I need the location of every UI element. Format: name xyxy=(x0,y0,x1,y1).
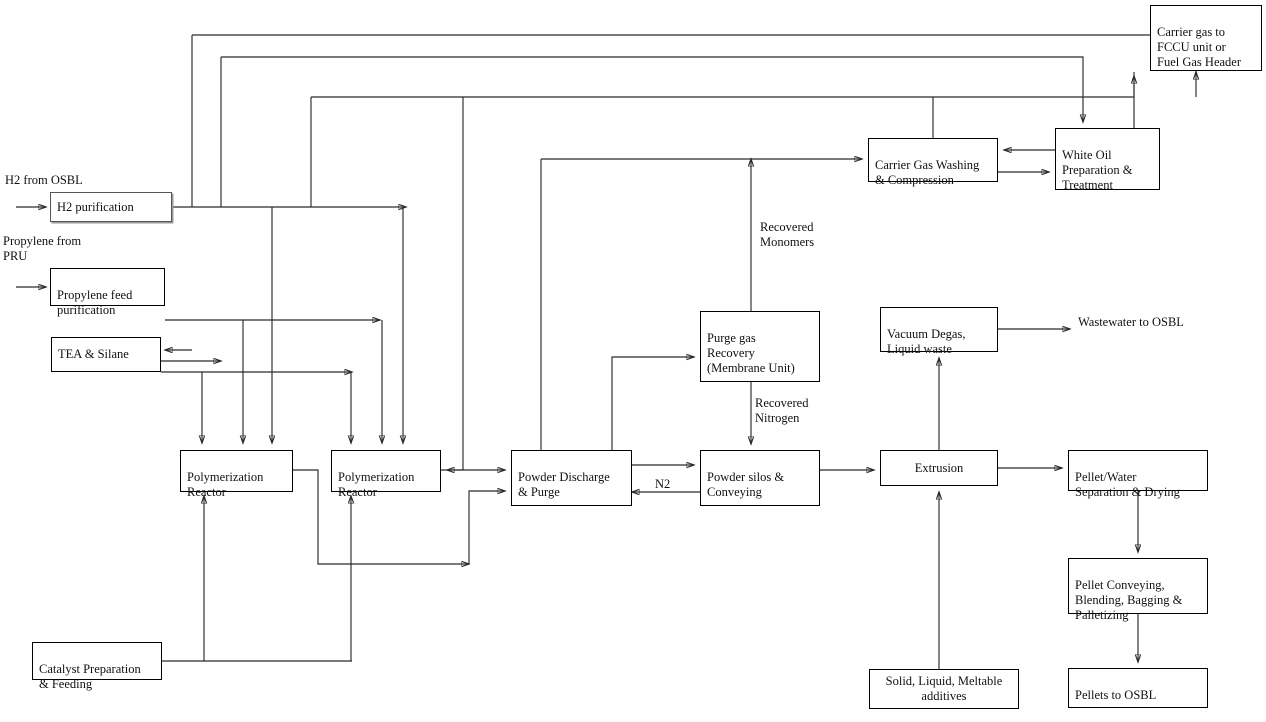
process-flow-diagram: H2 purification Propylene feed purificat… xyxy=(0,0,1266,722)
label-recovered-nitrogen: Recovered Nitrogen xyxy=(755,396,809,425)
wire-reactor2-loop-to-discharge xyxy=(468,491,505,564)
box-powder-silos-conveying[interactable]: Powder silos & Conveying xyxy=(700,450,820,506)
label-wastewater-to-osbl: Wastewater to OSBL xyxy=(1078,315,1184,329)
box-label: White Oil Preparation & Treatment xyxy=(1062,148,1133,192)
box-solid-liquid-meltable-additives[interactable]: Solid, Liquid, Meltable additives xyxy=(869,669,1019,709)
box-label: TEA & Silane xyxy=(58,347,129,361)
box-vacuum-degas-liquid-waste[interactable]: Vacuum Degas, Liquid waste xyxy=(880,307,998,356)
box-extrusion[interactable]: Extrusion xyxy=(880,450,998,486)
box-label: Solid, Liquid, Meltable additives xyxy=(885,674,1003,703)
box-polymerization-reactor-1[interactable]: Polymerization Reactor xyxy=(180,450,293,499)
box-h2-purification[interactable]: H2 purification xyxy=(50,192,172,222)
box-purge-gas-recovery[interactable]: Purge gas Recovery (Membrane Unit) xyxy=(700,311,820,382)
box-pellet-water-separation-drying[interactable]: Pellet/Water Separation & Drying xyxy=(1068,450,1208,499)
box-label: Carrier Gas Washing & Compression xyxy=(875,158,980,187)
box-label: Vacuum Degas, Liquid waste xyxy=(887,327,966,356)
label-n2: N2 xyxy=(655,477,671,491)
box-white-oil-preparation-treatment[interactable]: White Oil Preparation & Treatment xyxy=(1055,128,1160,192)
box-polymerization-reactor-2[interactable]: Polymerization Reactor xyxy=(331,450,441,499)
box-label: Polymerization Reactor xyxy=(338,470,415,499)
box-label: Powder Discharge & Purge xyxy=(518,470,610,499)
box-label: H2 purification xyxy=(57,199,134,214)
label-propylene-from-pru: Propylene from PRU xyxy=(3,234,82,263)
box-label: Powder silos & Conveying xyxy=(707,470,785,499)
wire-recycle-top-outer xyxy=(192,34,1197,73)
box-label: Polymerization Reactor xyxy=(187,470,264,499)
label-recovered-monomers: Recovered Monomers xyxy=(760,220,815,249)
box-label: Carrier gas to FCCU unit or Fuel Gas Hea… xyxy=(1157,25,1241,69)
wire-discharge-to-purgegas xyxy=(611,357,694,450)
wire-recycle-to-whiteoil-top xyxy=(221,56,1083,122)
box-label: Propylene feed purification xyxy=(57,288,133,317)
label-h2-from-osbl: H2 from OSBL xyxy=(5,173,83,187)
box-label: Pellet/Water Separation & Drying xyxy=(1075,470,1180,499)
wire-recycle-third xyxy=(311,72,1135,98)
box-pellets-to-osbl[interactable]: Pellets to OSBL xyxy=(1068,668,1208,708)
box-catalyst-preparation-feeding[interactable]: Catalyst Preparation & Feeding xyxy=(32,642,162,691)
box-label: Pellet Conveying, Blending, Bagging & Pa… xyxy=(1075,578,1183,622)
box-pellet-conveying-blending-bagging-palletizing[interactable]: Pellet Conveying, Blending, Bagging & Pa… xyxy=(1068,558,1208,622)
box-label: Pellets to OSBL xyxy=(1075,688,1157,702)
box-carrier-gas-washing-compression[interactable]: Carrier Gas Washing & Compression xyxy=(868,138,998,187)
box-carrier-gas-to-fccu[interactable]: Carrier gas to FCCU unit or Fuel Gas Hea… xyxy=(1150,5,1262,71)
box-tea-and-silane[interactable]: TEA & Silane xyxy=(51,337,161,372)
box-label: Extrusion xyxy=(914,460,964,475)
box-label: Catalyst Preparation & Feeding xyxy=(39,662,141,691)
box-propylene-feed-purification[interactable]: Propylene feed purification xyxy=(50,268,165,317)
box-label: Purge gas Recovery (Membrane Unit) xyxy=(707,331,795,375)
box-powder-discharge-purge[interactable]: Powder Discharge & Purge xyxy=(511,450,632,506)
